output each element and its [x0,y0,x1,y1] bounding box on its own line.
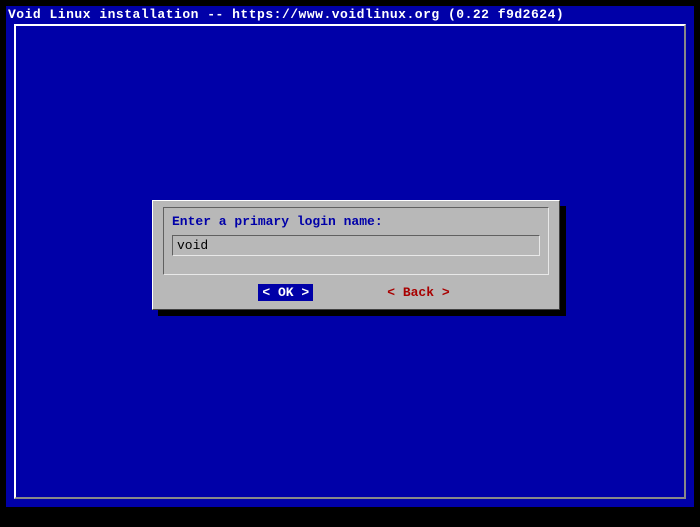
installer-title: Void Linux installation -- https://www.v… [8,7,564,22]
ok-button[interactable]: < OK > [258,284,313,301]
title-bar: Void Linux installation -- https://www.v… [6,6,694,24]
back-hotkey: B [403,285,411,300]
prompt-label: Enter a primary login name: [172,214,540,229]
ok-label: OK [270,285,301,300]
ok-right-bracket: > [301,285,309,300]
ok-left-bracket: < [262,285,270,300]
input-frame [172,235,540,256]
button-row: < OK > < Back > [153,284,559,301]
login-name-dialog: Enter a primary login name: < OK > < Bac… [152,200,560,310]
back-rest: ack [411,285,434,300]
back-left-bracket: < [387,285,395,300]
dialog-content: Enter a primary login name: [163,207,549,275]
installer-screen: Void Linux installation -- https://www.v… [6,6,694,507]
back-button[interactable]: < Back > [383,284,453,301]
back-right-bracket: > [442,285,450,300]
login-name-input[interactable] [177,238,535,253]
